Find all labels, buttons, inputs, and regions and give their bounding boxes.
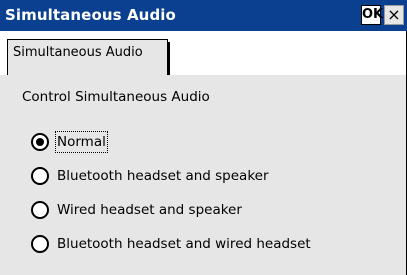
- ok-button[interactable]: OK: [361, 5, 383, 25]
- radio-option-normal[interactable]: Normal: [31, 131, 108, 153]
- radio-option-bluetooth-wired-headset[interactable]: Bluetooth headset and wired headset: [31, 234, 311, 254]
- radio-label: Normal: [55, 131, 108, 153]
- radio-option-wired-headset-speaker[interactable]: Wired headset and speaker: [31, 200, 242, 220]
- close-button[interactable]: ×: [384, 5, 404, 25]
- tab-content: Control Simultaneous Audio Normal Blueto…: [0, 75, 407, 275]
- radio-label: Bluetooth headset and wired headset: [57, 236, 311, 252]
- tab-strip: Simultaneous Audio: [0, 31, 407, 76]
- radio-button[interactable]: [31, 167, 49, 185]
- title-bar: Simultaneous Audio OK ×: [0, 0, 407, 31]
- tab-simultaneous-audio[interactable]: Simultaneous Audio: [7, 39, 170, 76]
- radio-option-bluetooth-headset-speaker[interactable]: Bluetooth headset and speaker: [31, 166, 269, 186]
- dialog-window: Simultaneous Audio OK × Simultaneous Aud…: [0, 0, 407, 275]
- tab-label: Simultaneous Audio: [13, 45, 143, 60]
- window-title: Simultaneous Audio: [5, 6, 176, 24]
- radio-label: Wired headset and speaker: [57, 202, 242, 218]
- radio-button-checked[interactable]: [31, 133, 49, 151]
- group-label: Control Simultaneous Audio: [22, 89, 210, 105]
- radio-label: Bluetooth headset and speaker: [57, 168, 269, 184]
- radio-button[interactable]: [31, 201, 49, 219]
- radio-button[interactable]: [31, 235, 49, 253]
